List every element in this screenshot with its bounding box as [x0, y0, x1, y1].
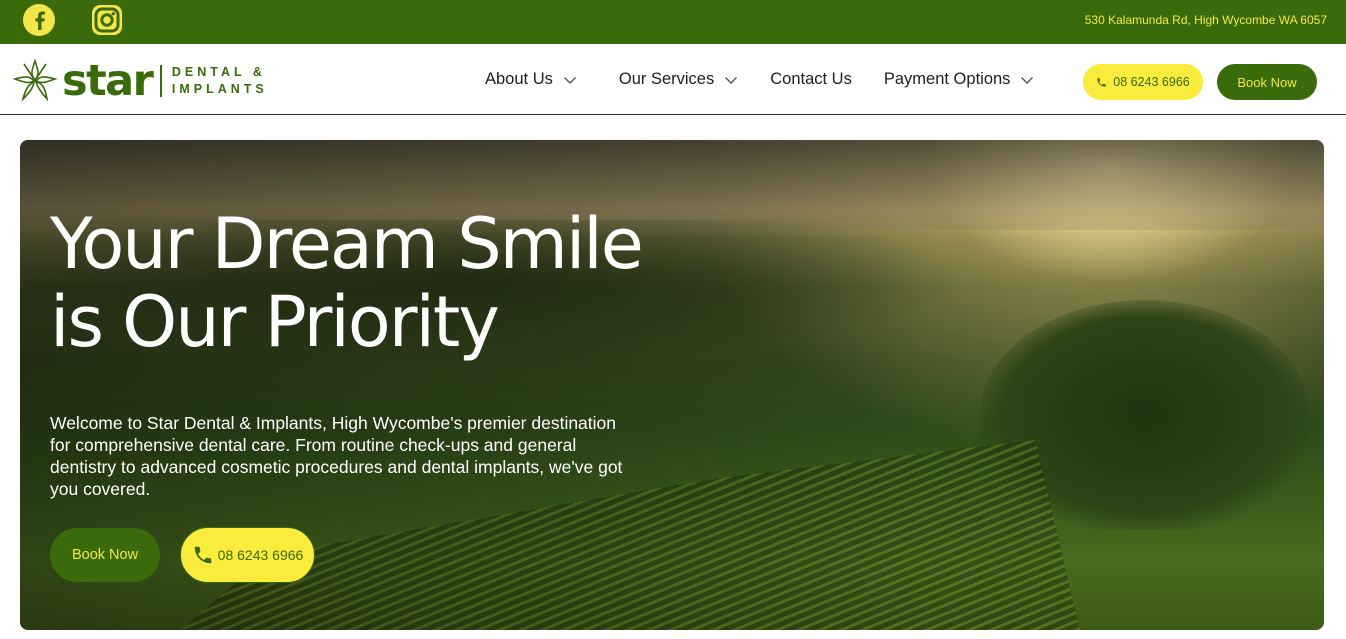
chevron-down-icon	[563, 76, 576, 84]
phone-icon	[194, 546, 211, 564]
address-text: 530 Kalamunda Rd, High Wycombe WA 6057	[1084, 13, 1327, 27]
logo-line-2: IMPLANTS	[171, 82, 268, 96]
hero-phone-button[interactable]: 08 6243 6966	[180, 527, 315, 583]
star-logo-icon	[12, 58, 58, 102]
nav-payment-options-label: Payment Options	[883, 70, 1011, 88]
facebook-icon[interactable]	[22, 3, 56, 37]
header-phone-label: 08 6243 6966	[1113, 75, 1190, 89]
hero-book-now-button[interactable]: Book Now	[50, 528, 160, 582]
site-logo[interactable]: star DENTAL & IMPLANTS	[12, 58, 268, 104]
logo-wordmark: star	[62, 56, 154, 106]
nav-contact-us-label: Contact Us	[770, 70, 852, 88]
logo-divider	[160, 65, 162, 97]
chevron-down-icon	[725, 76, 738, 84]
phone-icon	[1097, 77, 1106, 87]
top-bar: 530 Kalamunda Rd, High Wycombe WA 6057	[0, 0, 1346, 44]
nav-payment-options[interactable]: Payment Options	[884, 70, 1035, 89]
logo-subtitle: DENTAL & IMPLANTS	[172, 64, 268, 98]
chevron-down-icon	[1021, 76, 1034, 84]
hero-title-line-1: Your Dream Smile	[50, 203, 644, 285]
nav-about-us-label: About Us	[485, 70, 553, 88]
hero-phone-label: 08 6243 6966	[217, 547, 304, 563]
hero-description: Welcome to Star Dental & Implants, High …	[50, 413, 623, 499]
header-phone-button[interactable]: 08 6243 6966	[1083, 64, 1203, 100]
header-book-now-button[interactable]: Book Now	[1217, 64, 1317, 100]
nav-contact-us[interactable]: Contact Us	[770, 70, 852, 89]
hero-banner: Your Dream Smile is Our Priority Welcome…	[20, 140, 1324, 630]
logo-line-1: DENTAL &	[171, 65, 266, 79]
nav-our-services-label: Our Services	[618, 70, 715, 88]
site-header: star DENTAL & IMPLANTS About Us Our Serv…	[0, 44, 1346, 115]
main-nav: About Us Our Services Contact Us Payment…	[485, 70, 1034, 89]
hero-title: Your Dream Smile is Our Priority	[50, 205, 690, 361]
hero-title-line-2: is Our Priority	[50, 281, 500, 363]
instagram-icon[interactable]	[90, 3, 124, 37]
nav-our-services[interactable]: Our Services	[619, 70, 738, 89]
nav-about-us[interactable]: About Us	[485, 70, 577, 89]
